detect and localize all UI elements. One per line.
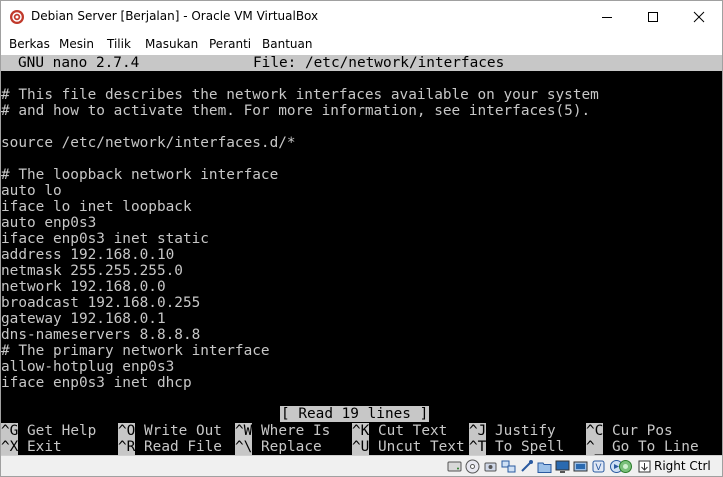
menu-berkas[interactable]: Berkas <box>9 37 50 51</box>
optical-drive-icon[interactable] <box>465 459 480 474</box>
shortcut-write-out[interactable]: ^O Write Out <box>118 423 222 439</box>
shortcut-label: Justify <box>495 423 556 439</box>
editor-line[interactable]: dns-nameservers 8.8.8.8 <box>1 327 200 343</box>
shortcut-go-to-line[interactable]: ^_ Go To Line <box>586 439 699 455</box>
editor-line[interactable]: iface enp0s3 inet dhcp <box>1 375 192 391</box>
editor-line[interactable]: source /etc/network/interfaces.d/* <box>1 135 296 151</box>
editor-line[interactable]: netmask 255.255.255.0 <box>1 263 183 279</box>
editor-line[interactable]: address 192.168.0.10 <box>1 247 174 263</box>
shortcut-key: ^_ <box>586 439 604 455</box>
editor-line[interactable]: # and how to activate them. For more inf… <box>1 103 590 119</box>
nano-version: GNU nano 2.7.4 <box>18 55 140 71</box>
virtualbox-window: Debian Server [Berjalan] - Oracle VM Vir… <box>0 0 723 477</box>
shortcut-key: ^W <box>235 423 253 439</box>
menu-bar: Berkas Mesin Tilik Masukan Peranti Bantu… <box>1 32 722 55</box>
shortcut-label: Read File <box>144 439 222 455</box>
editor-line[interactable]: iface lo inet loopback <box>1 199 192 215</box>
shortcut-label: Exit <box>27 439 62 455</box>
maximize-icon <box>648 11 658 22</box>
vm-status-bar: V Right Ctrl <box>1 455 722 476</box>
shortcut-key: ^U <box>352 439 370 455</box>
virtualbox-app-icon <box>10 10 24 24</box>
shared-folder-icon[interactable] <box>537 459 552 474</box>
shortcut-exit[interactable]: ^X Exit <box>1 439 62 455</box>
host-key-label: Right Ctrl <box>654 459 711 473</box>
hard-disk-icon[interactable] <box>447 459 462 474</box>
editor-line[interactable]: # This file describes the network interf… <box>1 87 599 103</box>
editor-line[interactable]: allow-hotplug enp0s3 <box>1 359 174 375</box>
editor-line[interactable]: broadcast 192.168.0.255 <box>1 295 200 311</box>
nano-header-bar: GNU nano 2.7.4 File: /etc/network/interf… <box>1 55 722 71</box>
shortcut-label: To Spell <box>495 439 565 455</box>
nano-file-name: File: /etc/network/interfaces <box>253 55 505 71</box>
vm-display-terminal[interactable]: GNU nano 2.7.4 File: /etc/network/interf… <box>1 55 722 455</box>
menu-bantuan[interactable]: Bantuan <box>262 37 312 51</box>
nano-status-message: [ Read 19 lines ] <box>280 406 430 422</box>
shortcut-key: ^O <box>118 423 136 439</box>
editor-line[interactable]: # The loopback network interface <box>1 167 278 183</box>
window-title: Debian Server [Berjalan] - Oracle VM Vir… <box>31 9 319 23</box>
close-icon <box>693 11 705 22</box>
editor-line[interactable]: auto lo <box>1 183 62 199</box>
keyboard-icon[interactable] <box>637 459 652 474</box>
editor-line[interactable]: gateway 192.168.0.1 <box>1 311 166 327</box>
menu-peranti[interactable]: Peranti <box>209 37 251 51</box>
minimize-icon <box>602 16 612 18</box>
shortcut-where-is[interactable]: ^W Where Is <box>235 423 330 439</box>
maximize-button[interactable] <box>630 1 676 32</box>
shortcut-key: ^G <box>1 423 19 439</box>
shortcut-key: ^\ <box>235 439 253 455</box>
shortcut-replace[interactable]: ^\ Replace <box>235 439 322 455</box>
shortcut-label: Get Help <box>27 423 97 439</box>
shortcut-label: Where Is <box>261 423 331 439</box>
shortcut-label: Cut Text <box>378 423 448 439</box>
shortcut-get-help[interactable]: ^G Get Help <box>1 423 96 439</box>
shortcut-uncut-text[interactable]: ^U Uncut Text <box>352 439 465 455</box>
close-button[interactable] <box>676 1 722 32</box>
menu-tilik[interactable]: Tilik <box>107 37 131 51</box>
shortcut-key: ^X <box>1 439 19 455</box>
shortcut-key: ^K <box>352 423 370 439</box>
display-icon[interactable] <box>555 459 570 474</box>
shortcut-label: Write Out <box>144 423 222 439</box>
shortcut-label: Replace <box>261 439 322 455</box>
shortcut-key: ^J <box>469 423 487 439</box>
editor-line[interactable]: iface enp0s3 inet static <box>1 231 209 247</box>
svg-text:V: V <box>595 463 602 473</box>
editor-line[interactable]: network 192.168.0.0 <box>1 279 166 295</box>
title-bar[interactable]: Debian Server [Berjalan] - Oracle VM Vir… <box>1 1 722 32</box>
video-capture-icon[interactable] <box>573 459 588 474</box>
audio-icon[interactable] <box>483 459 498 474</box>
shortcut-justify[interactable]: ^J Justify <box>469 423 556 439</box>
shortcut-label: Uncut Text <box>378 439 465 455</box>
shortcut-to-spell[interactable]: ^T To Spell <box>469 439 564 455</box>
shortcut-key: ^R <box>118 439 136 455</box>
editor-line[interactable]: auto enp0s3 <box>1 215 96 231</box>
recording-icon[interactable]: V <box>591 459 606 474</box>
editor-line[interactable]: # The primary network interface <box>1 343 270 359</box>
minimize-button[interactable] <box>584 1 630 32</box>
shortcut-key: ^C <box>586 423 604 439</box>
shortcut-key: ^T <box>469 439 487 455</box>
shortcut-label: Go To Line <box>612 439 699 455</box>
shortcut-cur-pos[interactable]: ^C Cur Pos <box>586 423 673 439</box>
shortcut-read-file[interactable]: ^R Read File <box>118 439 222 455</box>
shortcut-cut-text[interactable]: ^K Cut Text <box>352 423 447 439</box>
cpu-icon[interactable] <box>618 459 633 474</box>
menu-mesin[interactable]: Mesin <box>59 37 94 51</box>
network-icon[interactable] <box>501 459 516 474</box>
menu-masukan[interactable]: Masukan <box>145 37 198 51</box>
usb-icon[interactable] <box>519 459 534 474</box>
shortcut-label: Cur Pos <box>612 423 673 439</box>
